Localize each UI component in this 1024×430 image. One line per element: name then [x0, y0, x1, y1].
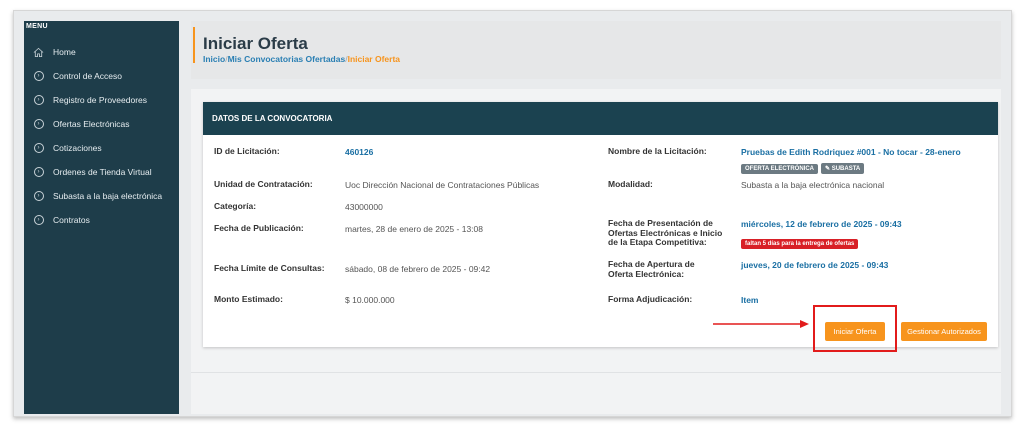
main-content: Iniciar Oferta Inicio/Mis Convocatorias … — [191, 21, 1001, 414]
footer-divider — [191, 372, 1001, 373]
subasta-badge: ✎ SUBASTA — [821, 163, 865, 174]
gavel-icon: ✎ — [825, 166, 832, 172]
forma-adjudicacion-label: Forma Adjudicación: — [608, 294, 693, 304]
sidebar-item-label: Subasta a la baja electrónica — [53, 191, 163, 201]
fecha-publicacion-value: martes, 28 de enero de 2025 - 13:08 — [345, 224, 483, 234]
breadcrumb-current: Iniciar Oferta — [347, 54, 401, 64]
page-header: Iniciar Oferta Inicio/Mis Convocatorias … — [191, 21, 1001, 79]
nombre-value[interactable]: Pruebas de Edith Rodriquez #001 - No toc… — [741, 147, 961, 157]
chevron-right-circle-icon: › — [33, 119, 44, 130]
sidebar-item-ofertas-electronicas[interactable]: › Ofertas Electrónicas — [24, 112, 179, 136]
monto-label: Monto Estimado: — [214, 294, 283, 304]
breadcrumb-convocatorias[interactable]: Mis Convocatorias Ofertadas — [228, 54, 346, 64]
modalidad-value: Subasta a la baja electrónica nacional — [741, 180, 885, 190]
chevron-right-circle-icon: › — [33, 95, 44, 106]
sidebar-item-subasta[interactable]: › Subasta a la baja electrónica — [24, 184, 179, 208]
categoria-value: 43000000 — [345, 202, 383, 212]
sidebar-item-ordenes-tienda[interactable]: › Ordenes de Tienda Virtual — [24, 160, 179, 184]
fecha-apertura-value: jueves, 20 de febrero de 2025 - 09:43 — [741, 260, 889, 270]
dias-restantes-badge: faltan 5 días para la entrega de ofertas — [741, 239, 859, 249]
annotation-arrow-icon — [713, 320, 809, 328]
sidebar-item-label: Control de Acceso — [53, 71, 122, 81]
sidebar-item-label: Home — [53, 47, 76, 57]
sidebar-item-label: Cotizaciones — [53, 143, 102, 153]
chevron-right-circle-icon: › — [33, 191, 44, 202]
chevron-right-circle-icon: › — [33, 215, 44, 226]
id-label: ID de Licitación: — [214, 146, 280, 156]
sidebar-item-home[interactable]: Home — [24, 40, 179, 64]
oferta-electronica-badge: OFERTA ELECTRÓNICA — [741, 164, 818, 174]
sidebar-item-control-acceso[interactable]: › Control de Acceso — [24, 64, 179, 88]
card-header: DATOS DE LA CONVOCATORIA — [203, 102, 998, 135]
page-title: Iniciar Oferta — [203, 34, 308, 53]
categoria-label: Categoría: — [214, 201, 257, 211]
sidebar-item-label: Ordenes de Tienda Virtual — [53, 167, 152, 177]
fecha-limite-label: Fecha Límite de Consultas: — [214, 263, 325, 273]
menu-title: MENU — [26, 23, 48, 30]
breadcrumb-inicio[interactable]: Inicio — [203, 54, 225, 64]
sidebar-item-label: Registro de Proveedores — [53, 95, 148, 105]
fecha-presentacion-label: Fecha de Presentación de Ofertas Electró… — [608, 218, 723, 247]
id-value: 460126 — [345, 147, 374, 157]
home-icon — [33, 47, 44, 58]
gestionar-autorizados-button[interactable]: Gestionar Autorizados — [901, 322, 987, 341]
app-window: MENU Home › Control de Acceso › Registro… — [13, 10, 1012, 417]
sidebar-item-registro-proveedores[interactable]: › Registro de Proveedores — [24, 88, 179, 112]
sidebar-list: Home › Control de Acceso › Registro de P… — [24, 40, 179, 232]
iniciar-oferta-button[interactable]: Iniciar Oferta — [825, 322, 885, 341]
fecha-limite-value: sábado, 08 de febrero de 2025 - 09:42 — [345, 264, 491, 274]
modalidad-label: Modalidad: — [608, 179, 653, 189]
unidad-value: Uoc Dirección Nacional de Contrataciones… — [345, 180, 540, 190]
forma-adjudicacion-value: Item — [741, 295, 759, 305]
sidebar-item-contratos[interactable]: › Contratos — [24, 208, 179, 232]
faltan-badge-wrap: faltan 5 días para la entrega de ofertas — [741, 232, 859, 250]
fecha-presentacion-value: miércoles, 12 de febrero de 2025 - 09:43 — [741, 219, 902, 229]
fecha-apertura-label: Fecha de Apertura de Oferta Electrónica: — [608, 259, 695, 279]
fecha-publicacion-label: Fecha de Publicación: — [214, 223, 304, 233]
sidebar-item-label: Ofertas Electrónicas — [53, 119, 130, 129]
breadcrumb: Inicio/Mis Convocatorias Ofertadas/Inici… — [203, 54, 400, 64]
unidad-label: Unidad de Contratación: — [214, 179, 313, 189]
monto-value: $ 10.000.000 — [345, 295, 395, 305]
chevron-right-circle-icon: › — [33, 71, 44, 82]
sidebar: MENU Home › Control de Acceso › Registro… — [24, 21, 179, 414]
nombre-label: Nombre de la Licitación: — [608, 146, 707, 156]
badge-group: OFERTA ELECTRÓNICA ✎ SUBASTA — [741, 157, 867, 175]
sidebar-item-cotizaciones[interactable]: › Cotizaciones — [24, 136, 179, 160]
sidebar-item-label: Contratos — [53, 215, 90, 225]
content-area: DATOS DE LA CONVOCATORIA ID de Licitació… — [191, 89, 1001, 414]
chevron-right-circle-icon: › — [33, 167, 44, 178]
chevron-right-circle-icon: › — [33, 143, 44, 154]
header-accent-bar — [193, 27, 195, 63]
